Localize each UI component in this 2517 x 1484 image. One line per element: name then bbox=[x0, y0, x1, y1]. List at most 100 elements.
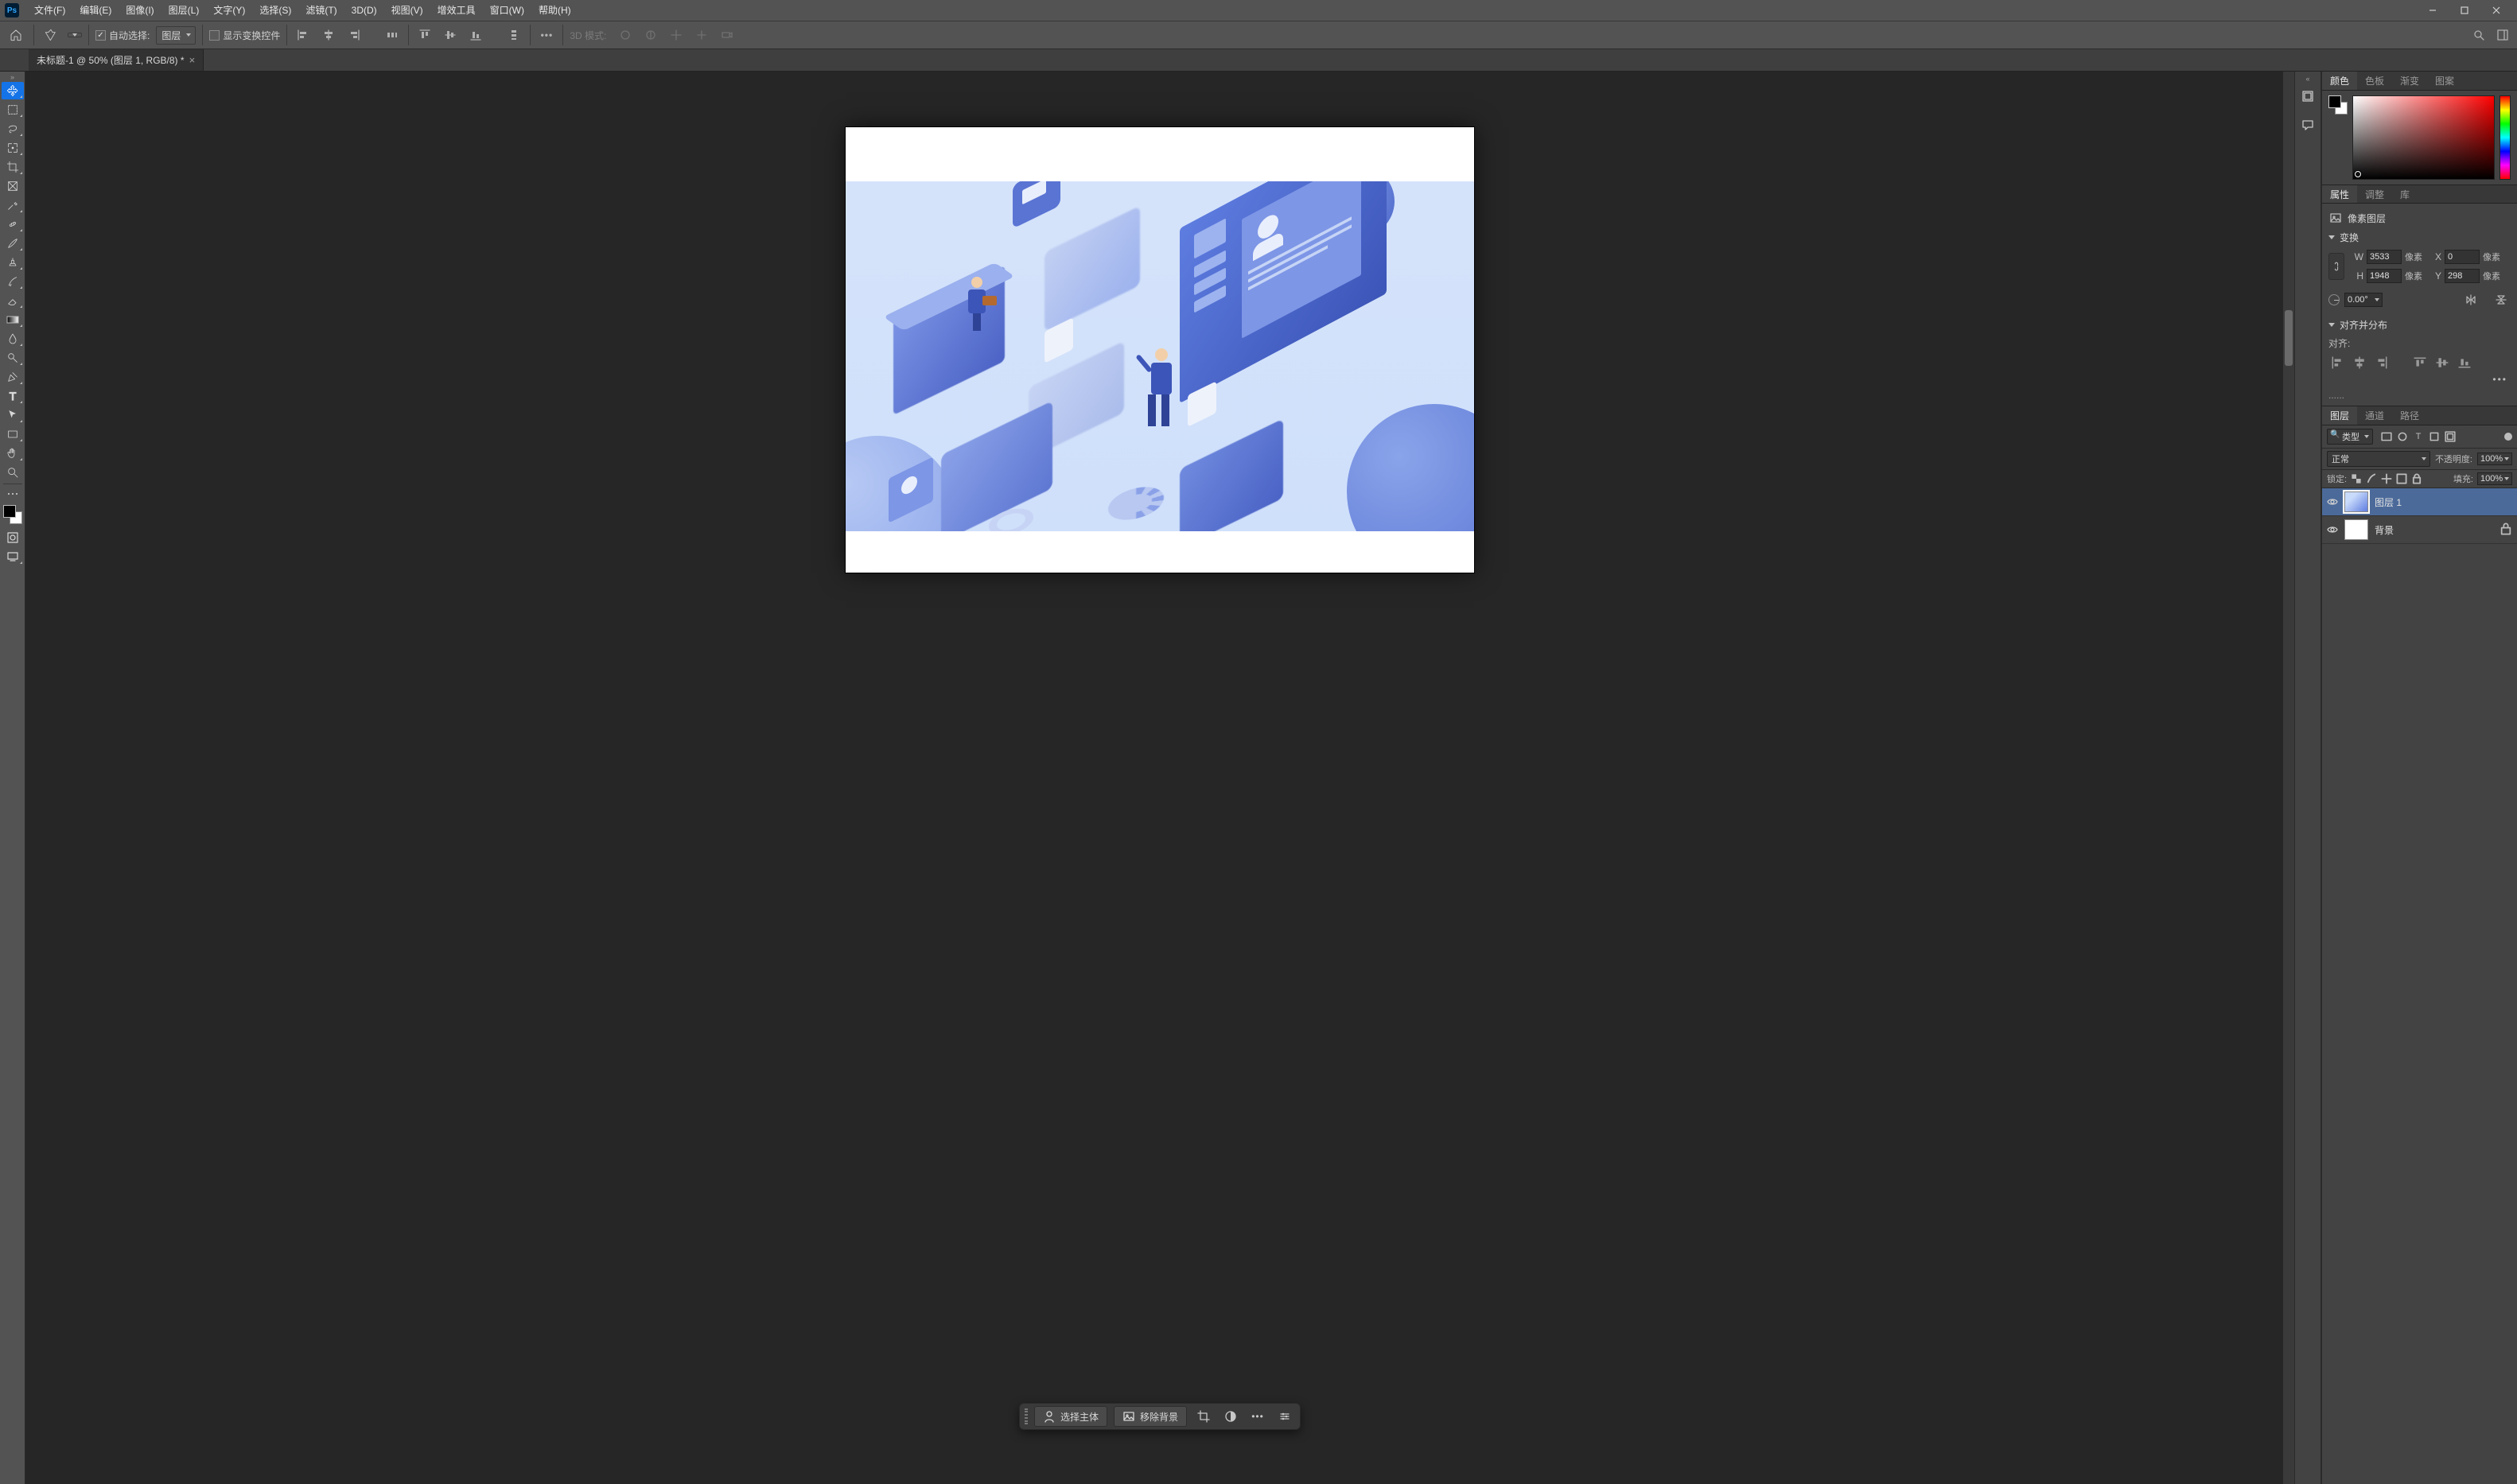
healing-brush-tool[interactable] bbox=[2, 216, 24, 233]
tab-color[interactable]: 颜色 bbox=[2322, 72, 2357, 90]
filter-shape-icon[interactable] bbox=[2429, 431, 2440, 442]
tab-channels[interactable]: 通道 bbox=[2357, 406, 2392, 425]
remove-background-button[interactable]: 移除背景 bbox=[1114, 1406, 1187, 1427]
layer-filter-kind-dropdown[interactable]: 类型 bbox=[2327, 429, 2373, 445]
visibility-toggle[interactable] bbox=[2327, 496, 2338, 507]
screen-mode-toggle[interactable] bbox=[2, 548, 24, 565]
canvas-area[interactable]: 选择主体 移除背景 ••• bbox=[25, 72, 2294, 1484]
align-top-button[interactable] bbox=[2411, 355, 2429, 371]
align-hcenter-icon[interactable] bbox=[319, 25, 338, 45]
dock-expand-grip[interactable] bbox=[2295, 75, 2321, 81]
marquee-tool[interactable] bbox=[2, 101, 24, 118]
layer-name[interactable]: 背景 bbox=[2375, 523, 2394, 537]
lock-transparency-icon[interactable] bbox=[2351, 473, 2362, 484]
align-section-header[interactable]: 对齐并分布 bbox=[2328, 312, 2511, 335]
history-brush-tool[interactable] bbox=[2, 273, 24, 290]
foreground-color[interactable] bbox=[3, 505, 16, 518]
dodge-tool[interactable] bbox=[2, 349, 24, 367]
tab-layers[interactable]: 图层 bbox=[2322, 406, 2357, 425]
window-minimize-button[interactable] bbox=[2417, 0, 2449, 21]
clone-stamp-tool[interactable] bbox=[2, 254, 24, 271]
layer-list[interactable]: 图层 1 背景 bbox=[2322, 488, 2517, 1484]
opacity-input[interactable]: 100% bbox=[2477, 453, 2512, 465]
type-tool[interactable]: T bbox=[2, 387, 24, 405]
menu-plugins[interactable]: 增效工具 bbox=[430, 0, 483, 21]
layer-item[interactable]: 背景 bbox=[2322, 516, 2517, 544]
properties-more-icon[interactable]: ••• bbox=[2328, 372, 2511, 387]
flip-vertical-icon[interactable] bbox=[2492, 290, 2511, 309]
color-field[interactable] bbox=[2352, 95, 2495, 180]
lock-pixels-icon[interactable] bbox=[2366, 473, 2377, 484]
menu-file[interactable]: 文件(F) bbox=[27, 0, 72, 21]
filter-adjust-icon[interactable] bbox=[2397, 431, 2408, 442]
menu-3d[interactable]: 3D(D) bbox=[344, 0, 384, 21]
tools-expand-grip[interactable] bbox=[0, 73, 25, 81]
auto-select-checkbox[interactable]: 自动选择: bbox=[95, 29, 150, 42]
rotation-input[interactable]: 0.00° bbox=[2344, 293, 2383, 307]
width-input[interactable]: 3533 bbox=[2367, 250, 2402, 264]
quick-mask-toggle[interactable] bbox=[2, 529, 24, 546]
hand-tool[interactable] bbox=[2, 445, 24, 462]
visibility-toggle[interactable] bbox=[2327, 524, 2338, 535]
menu-type[interactable]: 文字(Y) bbox=[206, 0, 252, 21]
y-input[interactable]: 298 bbox=[2445, 269, 2480, 283]
filter-type-icon[interactable]: T bbox=[2413, 431, 2424, 442]
fill-input[interactable]: 100% bbox=[2477, 472, 2512, 485]
tab-adjust[interactable]: 调整 bbox=[2357, 185, 2392, 203]
menu-select[interactable]: 选择(S) bbox=[252, 0, 298, 21]
path-select-tool[interactable] bbox=[2, 406, 24, 424]
menu-help[interactable]: 帮助(H) bbox=[531, 0, 578, 21]
layer-thumbnail[interactable] bbox=[2344, 491, 2368, 512]
crop-tool[interactable] bbox=[2, 158, 24, 176]
ctxbar-drag-handle[interactable] bbox=[1025, 1408, 1028, 1424]
x-input[interactable]: 0 bbox=[2445, 250, 2480, 264]
lock-all-icon[interactable] bbox=[2411, 473, 2422, 484]
distribute-v-icon[interactable] bbox=[504, 25, 523, 45]
contextual-task-bar[interactable]: 选择主体 移除背景 ••• bbox=[1019, 1403, 1301, 1430]
select-subject-button[interactable]: 选择主体 bbox=[1034, 1406, 1107, 1427]
document-canvas[interactable] bbox=[846, 127, 1474, 573]
comments-panel-icon[interactable] bbox=[2299, 116, 2317, 134]
align-bottom-icon[interactable] bbox=[466, 25, 485, 45]
eyedropper-tool[interactable] bbox=[2, 196, 24, 214]
frame-tool[interactable] bbox=[2, 177, 24, 195]
height-input[interactable]: 1948 bbox=[2367, 269, 2402, 283]
quick-select-tool[interactable] bbox=[2, 139, 24, 157]
lock-position-icon[interactable] bbox=[2381, 473, 2392, 484]
edit-toolbar-icon[interactable] bbox=[2, 487, 24, 501]
menu-filter[interactable]: 滤镜(T) bbox=[298, 0, 344, 21]
tab-libraries[interactable]: 库 bbox=[2392, 185, 2418, 203]
menu-layer[interactable]: 图层(L) bbox=[161, 0, 207, 21]
lasso-tool[interactable] bbox=[2, 120, 24, 138]
panel-color-swatches[interactable] bbox=[2328, 95, 2348, 115]
menu-edit[interactable]: 编辑(E) bbox=[72, 0, 119, 21]
layer-item[interactable]: 图层 1 bbox=[2322, 488, 2517, 516]
workspace-switcher-icon[interactable] bbox=[2493, 25, 2512, 45]
rotation-dial[interactable] bbox=[2328, 294, 2340, 305]
pen-tool[interactable] bbox=[2, 368, 24, 386]
crop-icon[interactable] bbox=[1193, 1406, 1214, 1427]
tool-preset-dropdown[interactable] bbox=[68, 33, 82, 37]
menu-image[interactable]: 图像(I) bbox=[119, 0, 161, 21]
brush-tool[interactable] bbox=[2, 235, 24, 252]
align-vcenter-icon[interactable] bbox=[441, 25, 460, 45]
zoom-tool[interactable] bbox=[2, 464, 24, 481]
document-tab[interactable]: 未标题-1 @ 50% (图层 1, RGB/8) * × bbox=[29, 49, 204, 71]
rectangle-tool[interactable] bbox=[2, 425, 24, 443]
filter-pixel-icon[interactable] bbox=[2381, 431, 2392, 442]
properties-icon[interactable] bbox=[1274, 1406, 1295, 1427]
blur-tool[interactable] bbox=[2, 330, 24, 348]
link-wh-button[interactable] bbox=[2328, 253, 2344, 280]
align-bottom-button[interactable] bbox=[2456, 355, 2473, 371]
hue-slider[interactable] bbox=[2499, 95, 2511, 180]
gradient-tool[interactable] bbox=[2, 311, 24, 328]
tab-swatches[interactable]: 色板 bbox=[2357, 72, 2392, 90]
history-panel-icon[interactable] bbox=[2299, 87, 2317, 105]
lock-artboard-icon[interactable] bbox=[2396, 473, 2407, 484]
tab-patterns[interactable]: 图案 bbox=[2427, 72, 2462, 90]
align-right-icon[interactable] bbox=[344, 25, 364, 45]
align-right-button[interactable] bbox=[2373, 355, 2391, 371]
tab-gradients[interactable]: 渐变 bbox=[2392, 72, 2427, 90]
home-button[interactable] bbox=[5, 24, 27, 46]
more-align-icon[interactable]: ••• bbox=[537, 25, 556, 45]
